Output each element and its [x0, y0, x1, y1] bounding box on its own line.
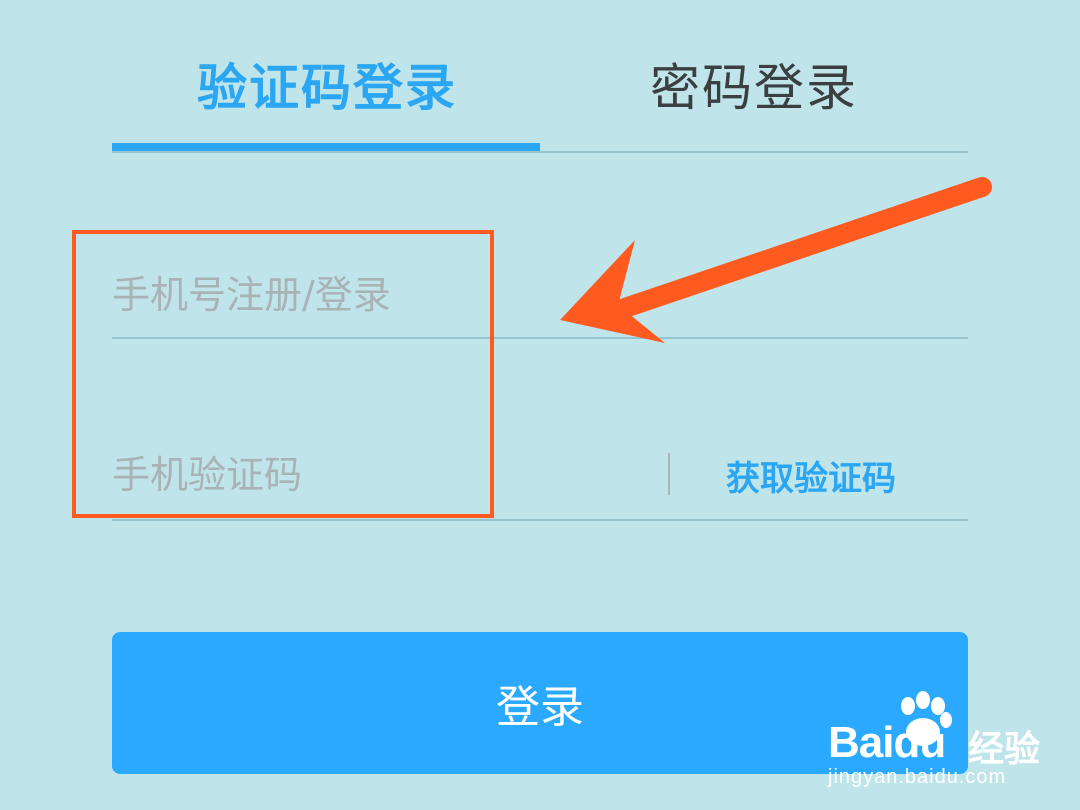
code-separator	[668, 453, 670, 495]
code-field: 获取验证码	[112, 435, 968, 521]
tab-password-login[interactable]: 密码登录	[650, 48, 858, 120]
code-input[interactable]	[112, 445, 632, 505]
tab-sms-login[interactable]: 验证码登录	[197, 48, 457, 120]
phone-field	[112, 255, 968, 339]
login-button[interactable]: 登录	[112, 632, 968, 774]
tab-divider	[112, 151, 968, 153]
get-code-button[interactable]: 获取验证码	[726, 451, 896, 500]
phone-input[interactable]	[112, 265, 632, 325]
phone-underline	[112, 337, 968, 339]
watermark-suffix: 经验	[968, 729, 1041, 770]
code-underline	[112, 519, 968, 521]
login-tabs: 验证码登录 密码登录	[112, 40, 968, 155]
